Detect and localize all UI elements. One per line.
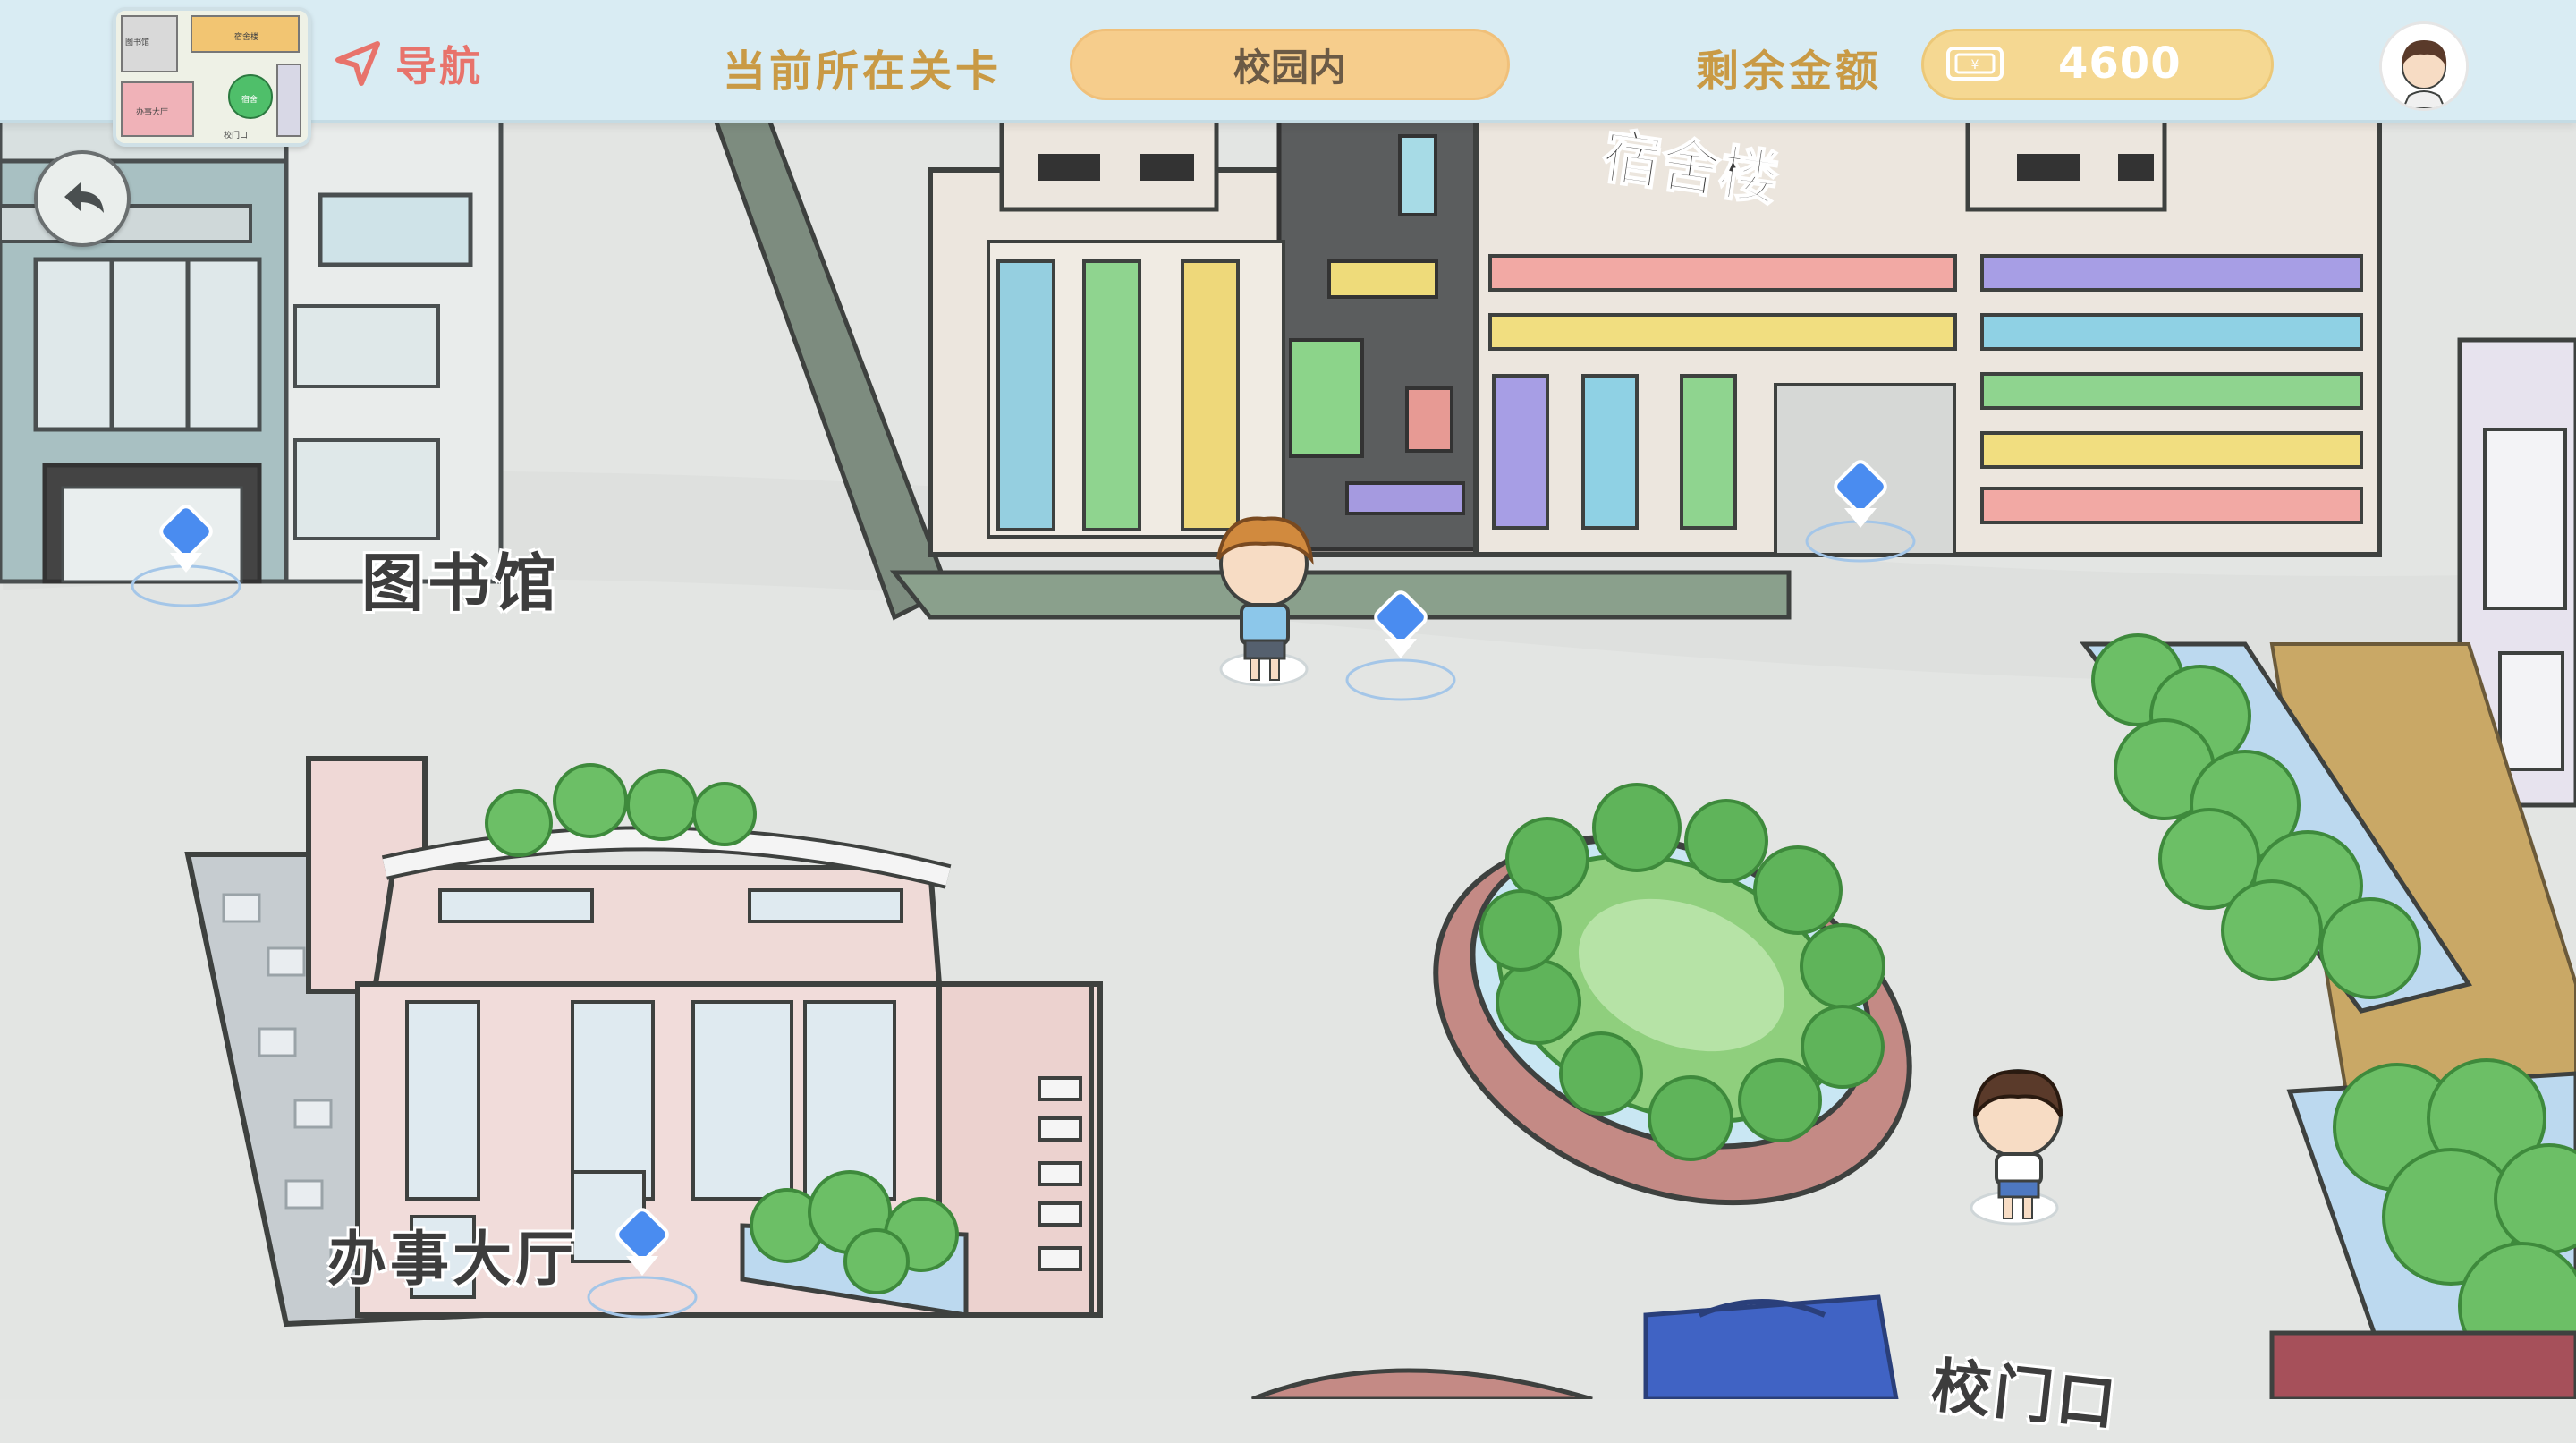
minimap-label-dorm: 宿舍楼 <box>234 33 259 42</box>
banknote-icon: ¥ <box>1946 47 2004 81</box>
navigation-label: 导航 <box>395 42 483 90</box>
minimap-label-garden: 宿舍 <box>242 96 258 105</box>
back-button[interactable] <box>34 150 131 247</box>
minimap-graphic <box>116 11 308 143</box>
current-level-pill: 校园内 <box>1070 29 1510 100</box>
minimap-label-office: 办事大厅 <box>136 108 169 117</box>
school-gate-label[interactable]: 校门口 <box>1928 1337 2124 1442</box>
navigation-button[interactable]: 导航 <box>333 32 483 95</box>
dormitory-building[interactable]: 宿舍楼 <box>712 117 2382 621</box>
office-hall-label[interactable]: 办事大厅 <box>327 1211 578 1297</box>
remaining-money-pill: ¥ 4600 <box>1921 29 2274 100</box>
svg-text:¥: ¥ <box>1971 58 1979 72</box>
minimap-label-gate: 校门口 <box>224 132 249 140</box>
current-level-label: 当前所在关卡 <box>723 47 1003 97</box>
campus-map: 宿舍楼 <box>0 0 2576 1399</box>
current-level-value: 校园内 <box>1233 45 1346 89</box>
back-arrow-icon <box>64 182 104 213</box>
avatar-portrait-icon <box>2382 24 2466 108</box>
remaining-money-value: 4600 <box>2058 38 2182 89</box>
minimap-label-library: 图书馆 <box>125 38 150 47</box>
library-label[interactable]: 图书馆 <box>361 533 560 624</box>
minimap[interactable]: 图书馆 宿舍楼 宿舍 办事大厅 校门口 <box>113 7 311 147</box>
player-avatar[interactable] <box>2379 21 2469 111</box>
send-arrow-icon <box>335 41 380 86</box>
remaining-money-label: 剩余金额 <box>1696 47 1883 97</box>
